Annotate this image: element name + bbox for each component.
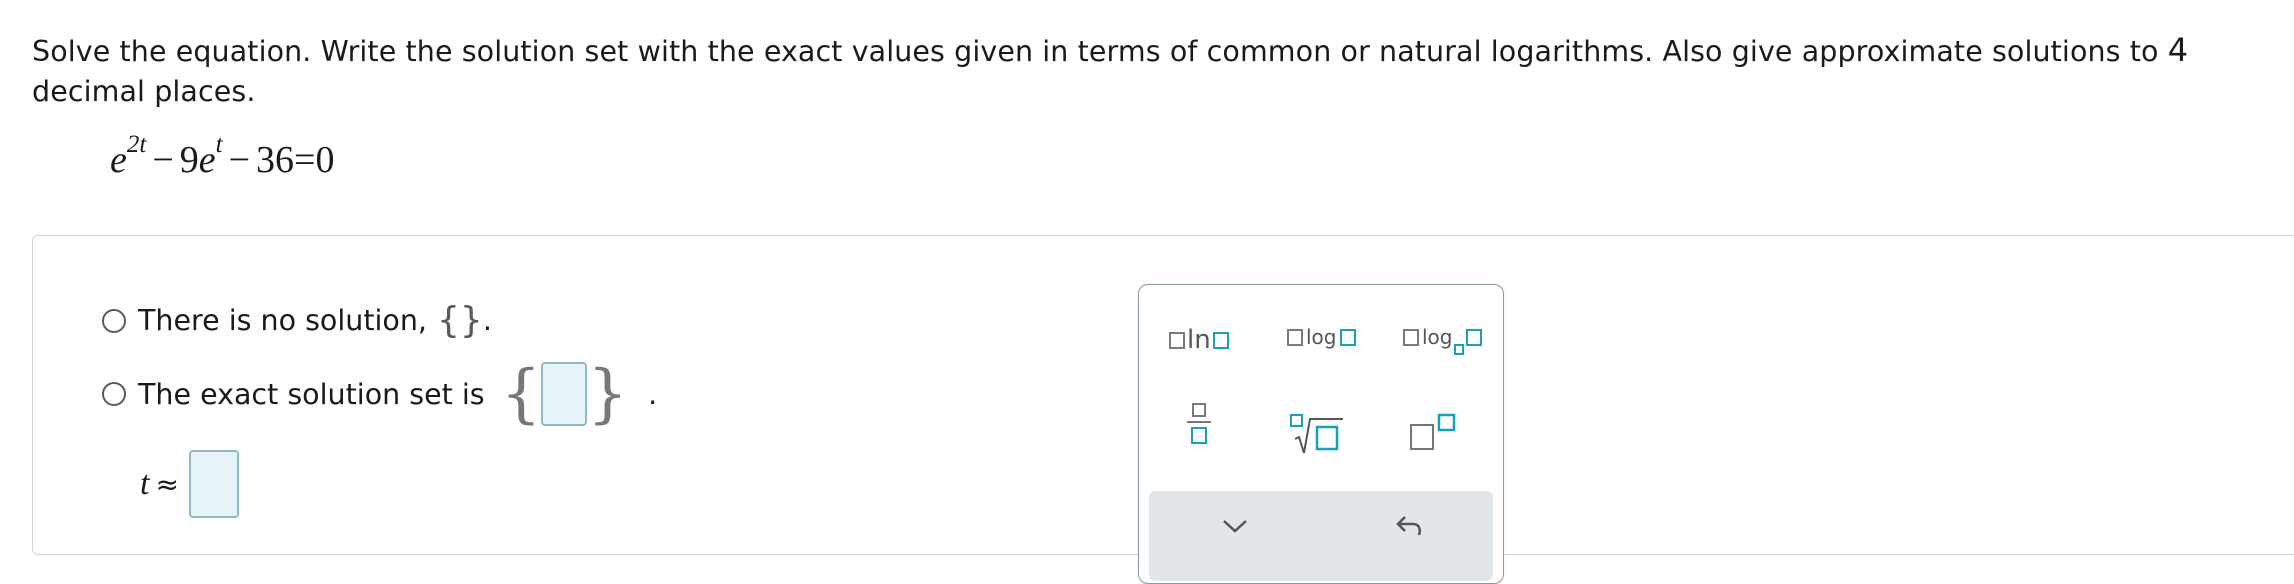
- eq-equals: =: [294, 139, 316, 181]
- choice-exact-set-period: .: [648, 377, 658, 411]
- eq-base-1: e: [110, 139, 127, 181]
- eq-exponent-1: 2t: [126, 131, 147, 159]
- ln-input-icon: [1212, 331, 1229, 349]
- choice-exact-set[interactable]: The exact solution set is { } .: [102, 362, 657, 426]
- log-base-button[interactable]: log: [1403, 325, 1482, 355]
- eq-minus-2: −: [228, 139, 251, 181]
- log-button[interactable]: log: [1287, 325, 1356, 349]
- exponent-button[interactable]: [1409, 413, 1459, 453]
- log-base-subscript-icon: [1453, 343, 1464, 355]
- radio-no-solution[interactable]: [102, 308, 126, 333]
- empty-set-symbol: {}: [437, 300, 483, 341]
- nth-root-icon: [1290, 414, 1343, 454]
- question-text: Solve the equation. Write the solution s…: [32, 30, 2272, 112]
- fraction-numerator-icon: [1192, 403, 1206, 417]
- decimal-places-number: 4: [2167, 31, 2189, 69]
- variable-t: t: [140, 465, 150, 502]
- eq-coefficient: 9: [179, 139, 199, 181]
- eq-constant: 36: [256, 139, 295, 181]
- log-base-label: log: [1422, 325, 1453, 349]
- ln-arg-placeholder-icon: [1169, 331, 1185, 349]
- question-text-main: Solve the equation. Write the solution s…: [32, 35, 2168, 68]
- log-coef-placeholder-icon: [1287, 328, 1303, 346]
- fraction-denominator-icon: [1191, 427, 1207, 444]
- log-base-coef-placeholder-icon: [1403, 328, 1419, 346]
- choice-exact-set-label: The exact solution set is: [138, 377, 485, 411]
- nth-root-button[interactable]: [1289, 413, 1345, 459]
- ln-label: ln: [1187, 325, 1211, 355]
- ln-button[interactable]: ln: [1169, 325, 1229, 355]
- log-base-input-icon: [1465, 328, 1482, 346]
- set-right-brace: }: [587, 357, 629, 431]
- chevron-down-icon[interactable]: [1221, 517, 1249, 535]
- eq-exponent-2: t: [215, 131, 223, 159]
- question-text-end: decimal places.: [32, 75, 256, 108]
- radio-exact-set[interactable]: [102, 382, 126, 406]
- choice-no-solution-period: .: [482, 304, 492, 337]
- exponent-icon: [1410, 413, 1456, 450]
- set-left-brace: {: [500, 357, 542, 431]
- palette-footer: [1149, 491, 1493, 581]
- eq-base-2: e: [198, 139, 216, 181]
- math-palette: ln log log: [1138, 284, 1504, 584]
- approx-symbol: ≈: [155, 467, 179, 501]
- log-label: log: [1306, 325, 1337, 349]
- equation: e2t −9et −36=0: [110, 132, 335, 182]
- fraction-bar-icon: [1187, 421, 1211, 423]
- choice-no-solution[interactable]: There is no solution, {} .: [102, 300, 492, 341]
- exact-solution-input[interactable]: [541, 362, 588, 426]
- eq-rhs: 0: [315, 139, 335, 181]
- undo-icon[interactable]: [1395, 513, 1423, 537]
- choice-no-solution-label: There is no solution,: [138, 304, 427, 337]
- approx-solution-input[interactable]: [188, 450, 239, 518]
- fraction-button[interactable]: [1187, 403, 1211, 444]
- approx-row: t ≈: [140, 450, 239, 518]
- eq-minus-1: −: [152, 139, 174, 181]
- log-input-icon: [1339, 328, 1356, 346]
